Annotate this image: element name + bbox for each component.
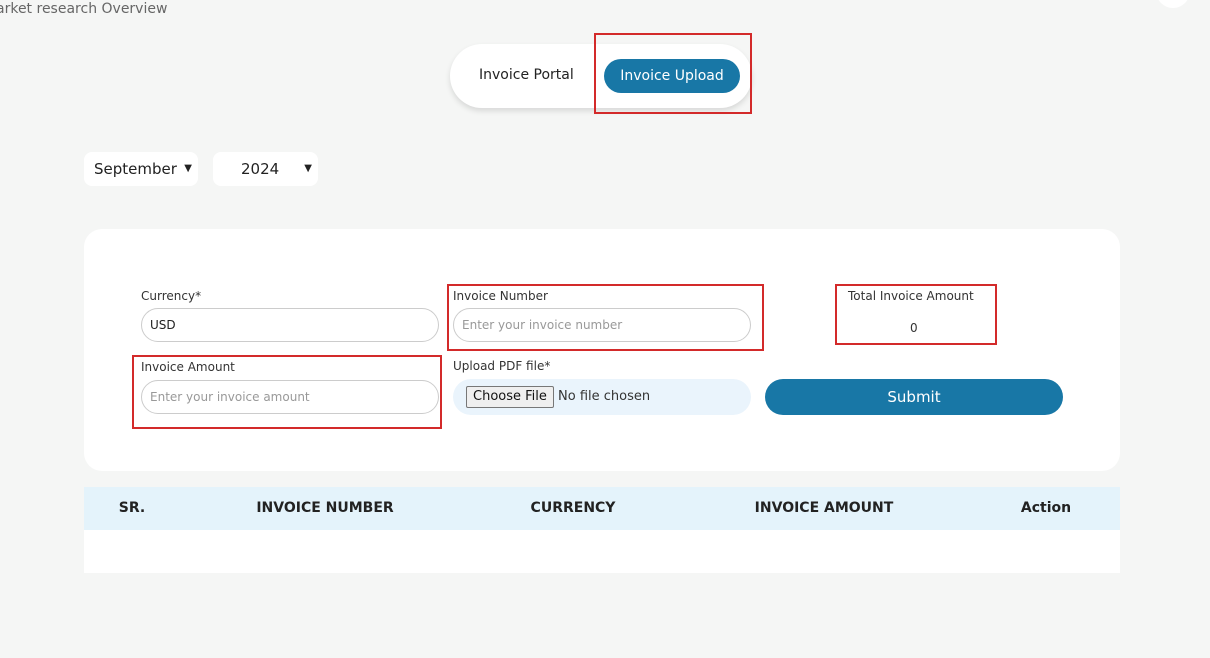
col-currency: CURRENCY — [530, 500, 616, 516]
breadcrumb: arket research Overview — [0, 1, 168, 17]
col-invoice-number: INVOICE NUMBER — [256, 500, 394, 516]
table-body — [84, 530, 1120, 573]
total-amount-value: 0 — [910, 321, 918, 335]
month-value: September — [94, 160, 177, 178]
chevron-down-icon: ▼ — [184, 163, 192, 174]
invoice-number-input[interactable]: Enter your invoice number — [453, 308, 751, 342]
tab-toggle: Invoice Portal Invoice Upload — [450, 44, 752, 108]
upload-label: Upload PDF file* — [453, 359, 551, 373]
col-sr: SR. — [118, 500, 146, 516]
currency-input[interactable]: USD — [141, 308, 439, 342]
year-select[interactable]: 2024 ▼ — [213, 152, 318, 186]
upload-form-card — [84, 229, 1120, 471]
chevron-down-icon: ▼ — [304, 163, 312, 174]
tab-invoice-portal[interactable]: Invoice Portal — [479, 67, 574, 83]
choose-file-button[interactable]: Choose File — [466, 386, 554, 408]
col-action: Action — [1020, 500, 1072, 516]
tab-invoice-upload[interactable]: Invoice Upload — [604, 59, 740, 93]
invoice-number-label: Invoice Number — [453, 289, 548, 303]
year-value: 2024 — [241, 160, 280, 178]
avatar[interactable] — [1156, 0, 1190, 8]
submit-button[interactable]: Submit — [765, 379, 1063, 415]
table-header: SR. INVOICE NUMBER CURRENCY INVOICE AMOU… — [84, 487, 1120, 530]
file-input[interactable]: Choose File No file chosen — [453, 379, 751, 415]
invoice-amount-input[interactable]: Enter your invoice amount — [141, 380, 439, 414]
currency-label: Currency* — [141, 289, 202, 303]
file-status: No file chosen — [558, 389, 651, 404]
col-invoice-amount: INVOICE AMOUNT — [754, 500, 894, 516]
month-select[interactable]: September ▼ — [84, 152, 198, 186]
invoice-amount-label: Invoice Amount — [141, 360, 235, 374]
total-amount-label: Total Invoice Amount — [848, 289, 974, 303]
